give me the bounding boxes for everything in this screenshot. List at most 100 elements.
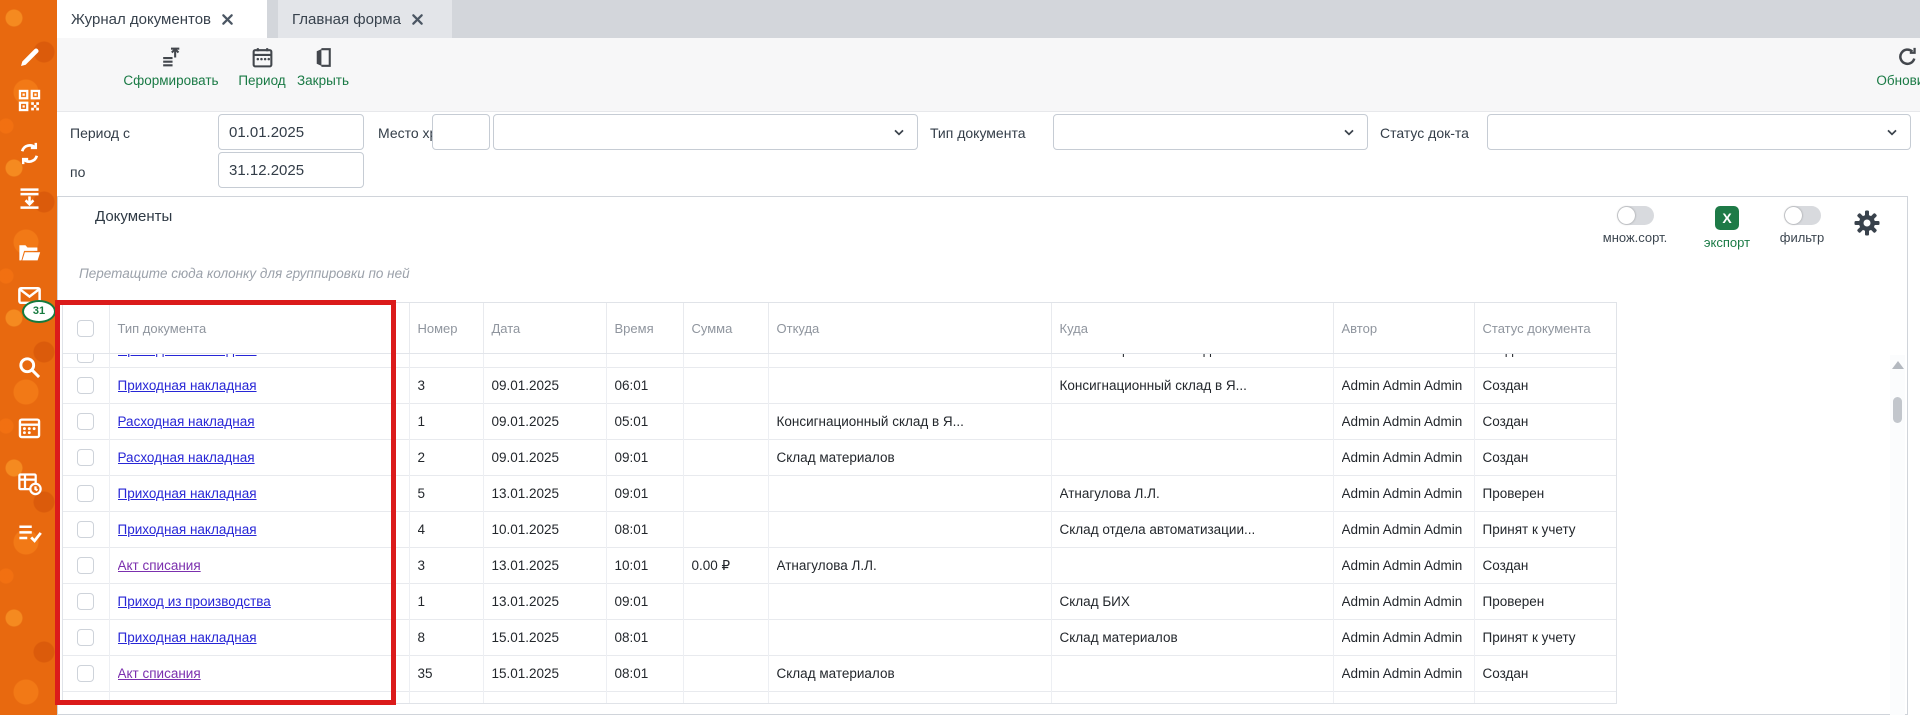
vertical-scrollbar[interactable]	[1890, 355, 1905, 715]
author-value: Admin Admin Admin	[1342, 512, 1466, 547]
row-checkbox[interactable]	[77, 665, 94, 682]
row-checkbox[interactable]	[77, 485, 94, 502]
row-checkbox[interactable]	[77, 593, 94, 610]
row-checkbox[interactable]	[77, 377, 94, 394]
filter-toggle[interactable]	[1784, 206, 1821, 225]
status-select[interactable]	[1487, 114, 1911, 150]
select-all-checkbox[interactable]	[77, 320, 94, 337]
filter-label: фильтр	[1780, 230, 1824, 245]
calendar-icon[interactable]	[14, 412, 44, 442]
document-link[interactable]: Акт списания	[118, 656, 401, 691]
filter-toggle-group[interactable]: фильтр	[1768, 206, 1836, 245]
row-checkbox-cell[interactable]	[63, 548, 109, 584]
row-checkbox-cell[interactable]	[63, 440, 109, 476]
stack-download-icon[interactable]	[14, 182, 44, 212]
doc-type-cell[interactable]: Приходная накладная	[109, 512, 409, 548]
storage-code-input[interactable]	[432, 114, 490, 150]
select-all-header[interactable]	[63, 303, 109, 354]
settings-gear-icon[interactable]	[1852, 208, 1882, 238]
chevron-down-icon	[891, 124, 907, 140]
doc-type-cell[interactable]: Приходная накладная	[109, 354, 409, 368]
doc-type-cell[interactable]: Расходная накладная	[109, 404, 409, 440]
doc-type-cell[interactable]: Приходная накладная	[109, 368, 409, 404]
search-icon[interactable]	[14, 352, 44, 382]
document-link[interactable]: Расходная накладная	[118, 404, 401, 439]
sum-cell	[683, 656, 768, 692]
doc-type-cell[interactable]: Акт списания	[109, 656, 409, 692]
row-checkbox-cell[interactable]	[63, 354, 109, 368]
folder-icon[interactable]	[14, 237, 44, 267]
row-checkbox-cell[interactable]	[63, 620, 109, 656]
period-from-input[interactable]: 01.01.2025	[218, 114, 364, 150]
time-value: 08:01	[615, 620, 675, 655]
row-checkbox-cell[interactable]	[63, 512, 109, 548]
num-cell: 8	[409, 620, 483, 656]
chevron-down-icon	[1341, 124, 1357, 140]
column-header-8[interactable]: Автор	[1333, 303, 1474, 354]
document-link[interactable]: Приходная накладная	[118, 354, 401, 367]
doc-type-cell[interactable]: Расходная накладная	[109, 440, 409, 476]
document-link[interactable]: Приходная накладная	[118, 512, 401, 547]
column-header-1[interactable]: Тип документа	[109, 303, 409, 354]
row-checkbox[interactable]	[77, 557, 94, 574]
table-row: Расходная накладная109.01.202505:01 Конс…	[63, 404, 1616, 440]
sync-icon[interactable]	[14, 138, 44, 168]
row-checkbox[interactable]	[77, 521, 94, 538]
column-header-6[interactable]: Откуда	[768, 303, 1051, 354]
document-link[interactable]: Приходная накладная	[118, 476, 401, 511]
row-checkbox-cell[interactable]	[63, 656, 109, 692]
close-icon[interactable]	[411, 13, 424, 26]
row-checkbox[interactable]	[77, 354, 94, 363]
row-checkbox[interactable]	[77, 449, 94, 466]
num-value: 5	[418, 476, 475, 511]
column-header-9[interactable]: Статус документа	[1474, 303, 1616, 354]
row-checkbox-cell[interactable]	[63, 584, 109, 620]
row-checkbox-cell[interactable]	[63, 404, 109, 440]
tab-main-form[interactable]: Главная форма	[278, 0, 452, 38]
export-button[interactable]: X экспорт	[1694, 206, 1760, 250]
refresh-button[interactable]: Обновить	[1863, 45, 1920, 88]
doc-type-cell[interactable]: Приходная накладная	[109, 476, 409, 512]
date-cell: 09.01.2025	[483, 368, 606, 404]
status-value: Проверен	[1483, 584, 1608, 619]
period-button[interactable]: Период	[233, 45, 291, 88]
table-clock-icon[interactable]	[14, 468, 44, 498]
scroll-up-arrow-icon[interactable]	[1892, 361, 1904, 369]
column-header-2[interactable]: Номер	[409, 303, 483, 354]
storage-select[interactable]	[493, 114, 918, 150]
multi-sort-toggle-group[interactable]: множ.сорт.	[1588, 206, 1682, 245]
document-link[interactable]: Приходная накладная	[118, 368, 401, 403]
scrollbar-thumb[interactable]	[1893, 397, 1902, 423]
row-checkbox-cell[interactable]	[63, 692, 109, 705]
doc-type-cell[interactable]: Приходная накладная	[109, 692, 409, 705]
doc-type-cell[interactable]: Акт списания	[109, 548, 409, 584]
document-link[interactable]: Приходная накладная	[118, 620, 401, 655]
row-checkbox[interactable]	[77, 701, 94, 704]
doc-type-cell[interactable]: Приходная накладная	[109, 620, 409, 656]
document-link[interactable]: Приходная накладная	[118, 692, 401, 704]
period-to-input[interactable]: 31.12.2025	[218, 152, 364, 188]
generate-button[interactable]: Сформировать	[115, 45, 227, 88]
row-checkbox[interactable]	[77, 413, 94, 430]
pencil-icon[interactable]	[14, 42, 44, 72]
tab-journal[interactable]: Журнал документов	[57, 0, 267, 38]
filter-bar: Период с 01.01.2025 Место хранения Тип д…	[57, 112, 1920, 196]
column-header-5[interactable]: Сумма	[683, 303, 768, 354]
row-checkbox-cell[interactable]	[63, 368, 109, 404]
column-header-3[interactable]: Дата	[483, 303, 606, 354]
column-header-4[interactable]: Время	[606, 303, 683, 354]
doc-type-cell[interactable]: Приход из производства	[109, 584, 409, 620]
checklist-icon[interactable]	[14, 518, 44, 548]
qr-code-icon[interactable]	[14, 85, 44, 115]
doc-type-select[interactable]	[1053, 114, 1368, 150]
row-checkbox[interactable]	[77, 629, 94, 646]
document-link[interactable]: Расходная накладная	[118, 440, 401, 475]
column-header-7[interactable]: Куда	[1051, 303, 1333, 354]
multi-sort-toggle[interactable]	[1617, 206, 1654, 225]
row-checkbox-cell[interactable]	[63, 476, 109, 512]
close-button[interactable]: Закрыть	[295, 45, 351, 88]
document-link[interactable]: Акт списания	[118, 548, 401, 583]
document-link[interactable]: Приход из производства	[118, 584, 401, 619]
to-value	[1060, 656, 1325, 691]
close-icon[interactable]	[221, 13, 234, 26]
